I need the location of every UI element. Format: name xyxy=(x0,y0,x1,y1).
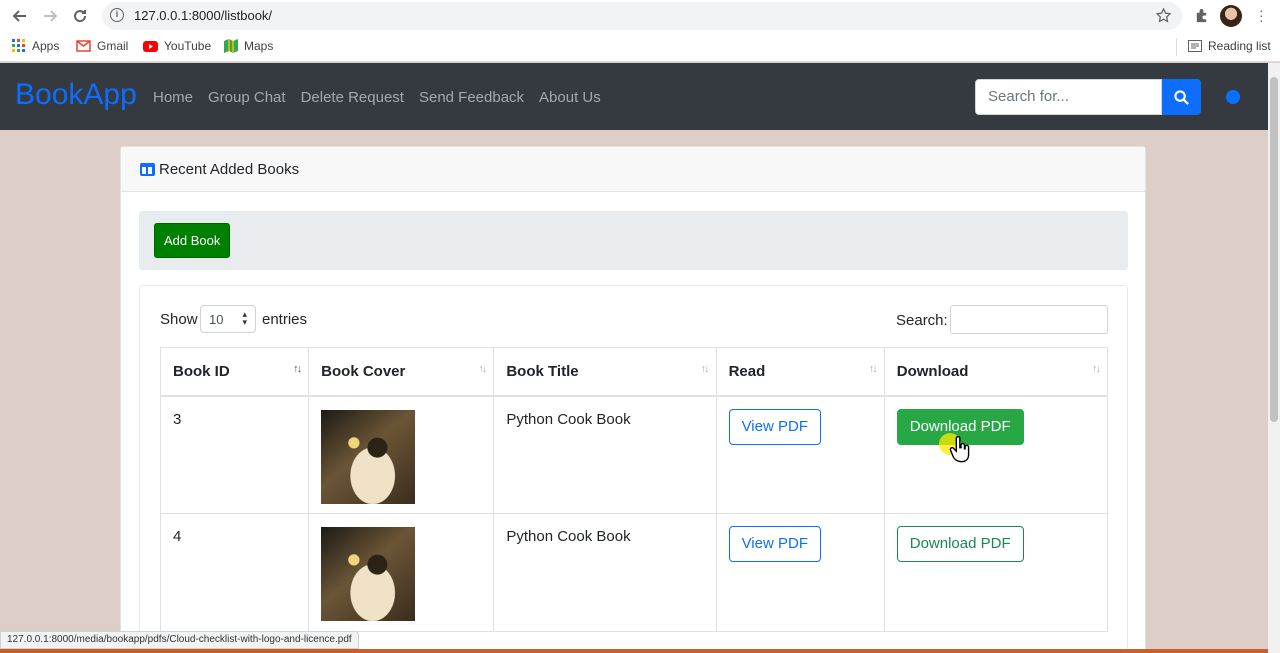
nav-link-about-us[interactable]: About Us xyxy=(539,89,601,106)
navbar-search-button[interactable] xyxy=(1162,79,1201,115)
view-pdf-button[interactable]: View PDF xyxy=(728,526,821,562)
download-pdf-button[interactable]: Download PDF xyxy=(896,526,1024,562)
reading-list-icon xyxy=(1188,40,1202,52)
cell-book-id: 3 xyxy=(159,395,310,514)
bookmarks-bar: Apps Gmail YouTube Maps Reading list xyxy=(0,32,1280,62)
table-search-input[interactable] xyxy=(950,305,1108,334)
card-title: Recent Added Books xyxy=(159,161,300,178)
card-toolbar: Add Book xyxy=(139,211,1128,270)
cell-book-title: Python Cook Book xyxy=(493,395,717,514)
book-cover-image[interactable] xyxy=(321,409,416,504)
bookmark-maps[interactable]: Maps xyxy=(224,39,273,53)
nav-links: Home Group Chat Delete Request Send Feed… xyxy=(153,89,601,106)
table-icon xyxy=(140,163,155,176)
datatable-wrapper: Show 10 ▴ ▾ entries Search: Book ID ↑↓ Boo… xyxy=(139,285,1128,653)
apps-grid-icon xyxy=(12,39,25,52)
user-circle-icon[interactable] xyxy=(1226,90,1240,104)
header-book-id[interactable]: Book ID ↑↓ xyxy=(159,347,310,397)
cell-book-cover xyxy=(308,395,495,514)
header-download[interactable]: Download ↑↓ xyxy=(883,347,1109,397)
bookmark-label: Apps xyxy=(32,39,60,53)
navbar-search-input[interactable]: Search for... xyxy=(975,79,1162,115)
site-info-icon[interactable]: i xyxy=(110,8,124,22)
sort-icon: ↑↓ xyxy=(1092,363,1101,375)
sort-icon: ↑↓ xyxy=(478,363,487,375)
cell-download: Download PDF xyxy=(883,395,1109,514)
bookmark-label: YouTube xyxy=(164,39,212,53)
cell-download: Download PDF xyxy=(883,513,1109,632)
browser-toolbar: i 127.0.0.1:8000/listbook/ · · · xyxy=(0,0,1280,32)
maps-icon xyxy=(224,39,238,53)
brand-logo[interactable]: BookApp xyxy=(15,78,137,112)
cell-read: View PDF xyxy=(715,513,885,632)
header-book-title[interactable]: Book Title ↑↓ xyxy=(493,347,717,397)
table-header-row: Book ID ↑↓ Book Cover ↑↓ Book Title ↑↓ Read… xyxy=(159,347,1109,397)
back-arrow-icon[interactable] xyxy=(8,4,32,28)
cell-read: View PDF xyxy=(715,395,885,514)
nav-link-delete-request[interactable]: Delete Request xyxy=(301,89,404,106)
select-caret-icon: ▴ ▾ xyxy=(242,309,247,327)
entries-select[interactable]: 10 ▴ ▾ xyxy=(200,305,256,333)
reload-icon[interactable] xyxy=(68,4,92,28)
address-url: 127.0.0.1:8000/listbook/ xyxy=(134,8,273,23)
books-card: Recent Added Books Add Book Show 10 ▴ ▾ e… xyxy=(120,146,1146,653)
cell-book-title: Python Cook Book xyxy=(493,513,717,632)
profile-avatar[interactable] xyxy=(1220,5,1242,27)
cell-book-id: 4 xyxy=(159,513,310,632)
bookmark-apps[interactable]: Apps xyxy=(12,39,59,53)
bookmark-label: Maps xyxy=(244,39,274,53)
bookmark-label: Gmail xyxy=(97,39,129,53)
header-book-cover[interactable]: Book Cover ↑↓ xyxy=(308,347,495,397)
header-read[interactable]: Read ↑↓ xyxy=(715,347,885,397)
cell-book-cover xyxy=(308,513,495,632)
view-pdf-button[interactable]: View PDF xyxy=(728,408,821,445)
search-icon xyxy=(1174,89,1189,105)
bookmark-gmail[interactable]: Gmail xyxy=(76,39,128,53)
sort-icon: ↑↓ xyxy=(868,363,878,375)
hand-pointer-icon xyxy=(949,436,970,463)
bottom-edge xyxy=(0,649,1268,653)
show-label: Show xyxy=(160,311,198,328)
nav-link-send-feedback[interactable]: Send Feedback xyxy=(419,89,524,106)
gmail-icon xyxy=(76,40,91,52)
bookmark-youtube[interactable]: YouTube xyxy=(143,39,211,53)
nav-link-group-chat[interactable]: Group Chat xyxy=(208,89,286,106)
status-url-bar: 127.0.0.1:8000/media/bookapp/pdfs/Cloud-… xyxy=(0,631,359,649)
books-table: Book ID ↑↓ Book Cover ↑↓ Book Title ↑↓ Read… xyxy=(159,347,1109,632)
table-search-label: Search: xyxy=(896,312,948,329)
card-header: Recent Added Books xyxy=(121,147,1145,192)
page-scrollbar[interactable] xyxy=(1268,63,1280,653)
entries-label: entries xyxy=(262,311,308,328)
reading-list-label: Reading list xyxy=(1208,39,1271,53)
reading-list[interactable]: Reading list xyxy=(1188,39,1271,53)
table-row: 4 Python Cook Book View PDF Download PDF xyxy=(159,513,1109,632)
app-navbar: BookApp Home Group Chat Delete Request S… xyxy=(0,63,1268,130)
entries-value: 10 xyxy=(209,312,224,327)
sort-icon: ↑↓ xyxy=(700,363,710,375)
bookmark-star-icon[interactable] xyxy=(1155,7,1172,28)
book-cover-image[interactable] xyxy=(321,527,416,621)
extensions-puzzle-icon[interactable] xyxy=(1194,8,1209,28)
sort-icon: ↑↓ xyxy=(293,363,302,375)
youtube-icon xyxy=(143,40,158,52)
forward-arrow-icon[interactable] xyxy=(38,4,62,28)
bookmarks-divider xyxy=(1176,38,1177,56)
browser-menu-icon[interactable]: · · · xyxy=(1259,3,1264,27)
add-book-button[interactable]: Add Book xyxy=(154,223,231,258)
nav-link-home[interactable]: Home xyxy=(153,89,193,106)
scrollbar-thumb[interactable] xyxy=(1270,77,1278,422)
